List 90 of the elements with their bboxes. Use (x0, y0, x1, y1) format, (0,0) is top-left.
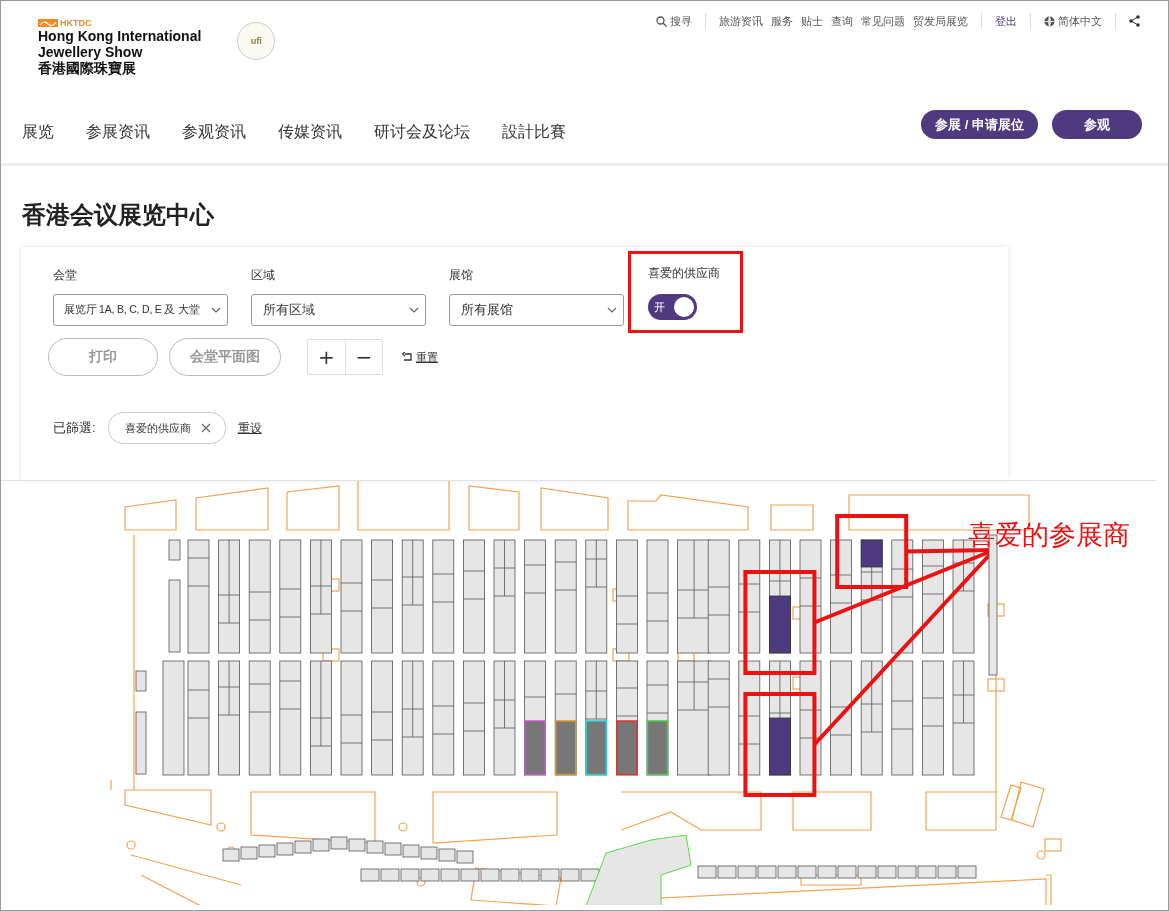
annotation-label: 喜爱的参展商 (968, 518, 1130, 552)
utility-link[interactable]: 服务 (771, 13, 793, 29)
kiosk[interactable] (402, 844, 420, 858)
logout-link[interactable]: 登出 (995, 13, 1017, 29)
booth[interactable] (769, 539, 791, 654)
nav-link[interactable]: 設計比賽 (502, 121, 566, 143)
chevron-down-icon (211, 307, 221, 313)
kiosk[interactable] (420, 846, 438, 860)
kiosk[interactable] (366, 840, 384, 854)
kiosk[interactable] (837, 865, 857, 879)
kiosk[interactable] (917, 865, 937, 879)
zoom-out-button[interactable]: − (345, 340, 382, 374)
kiosk[interactable] (312, 838, 330, 852)
kiosk[interactable] (380, 868, 400, 882)
kiosk[interactable] (420, 868, 440, 882)
kiosk[interactable] (330, 836, 348, 850)
clear-link[interactable]: 重设 (237, 419, 262, 437)
kiosk[interactable] (240, 846, 258, 860)
show-title: Jewellery Show (38, 44, 143, 60)
kiosk[interactable] (717, 865, 737, 879)
kiosk[interactable] (877, 865, 897, 879)
nav-link[interactable]: 研讨会及论坛 (374, 121, 470, 143)
language-link[interactable]: 简体中文 (1044, 13, 1102, 29)
share-icon[interactable] (1129, 15, 1140, 27)
exhibit-apply-button[interactable]: 参展 / 申请展位 (921, 110, 1038, 139)
kiosk[interactable] (360, 868, 380, 882)
nav-link[interactable]: 参观资讯 (182, 121, 246, 143)
dropdown-field[interactable]: 所有展馆 (449, 294, 624, 326)
kiosk[interactable] (957, 865, 977, 879)
kiosk[interactable] (560, 868, 580, 882)
filter-chip[interactable]: 喜爱的供应商 (107, 412, 226, 444)
kiosk[interactable] (500, 868, 520, 882)
search-icon (656, 15, 667, 27)
kiosk[interactable] (348, 838, 366, 852)
search-link[interactable]: 搜寻 (656, 13, 692, 29)
utility-link[interactable]: 旅游资讯 (719, 13, 763, 29)
kiosk[interactable] (460, 868, 480, 882)
kiosk[interactable] (757, 865, 777, 879)
kiosk[interactable] (258, 844, 276, 858)
wave-icon (38, 18, 58, 27)
filter-label: 会堂 (53, 267, 77, 284)
page-title: 香港会议展览中心 (22, 200, 215, 230)
favorite-toggle[interactable]: 开 (648, 294, 697, 320)
utility-link[interactable]: 贸发局展览 (913, 13, 968, 29)
kiosk[interactable] (384, 842, 402, 856)
kiosk[interactable] (797, 865, 817, 879)
booth[interactable] (860, 539, 883, 654)
booth[interactable] (616, 660, 638, 776)
kiosk[interactable] (897, 865, 917, 879)
toggle-label: 喜爱的供应商 (648, 265, 720, 282)
show-title: 香港國際珠寶展 (38, 60, 136, 76)
kiosk[interactable] (520, 868, 540, 882)
show-title: Hong Kong International (38, 28, 202, 44)
kiosk[interactable] (438, 848, 456, 862)
kiosk[interactable] (777, 865, 797, 879)
chevron-down-icon (409, 307, 419, 313)
nav-link[interactable]: 参展资讯 (86, 121, 150, 143)
close-icon (200, 423, 211, 433)
globe-icon (1044, 15, 1055, 27)
utility-link[interactable]: 查询 (831, 13, 853, 29)
kiosk[interactable] (817, 865, 837, 879)
nav-link[interactable]: 传媒资讯 (278, 121, 342, 143)
org-name: HKTDC (60, 17, 92, 28)
chevron-down-icon (607, 307, 617, 313)
ufi-badge: ufi (237, 22, 276, 60)
kiosk[interactable] (540, 868, 560, 882)
kiosk[interactable] (294, 840, 312, 854)
kiosk[interactable] (857, 865, 877, 879)
filter-label: 区域 (251, 267, 275, 284)
applied-filters-label: 已篩選: (53, 419, 96, 437)
undo-icon (402, 352, 413, 362)
utility-link[interactable]: 常见问题 (861, 13, 905, 29)
kiosk[interactable] (580, 868, 600, 882)
booth[interactable] (769, 660, 791, 776)
kiosk[interactable] (276, 842, 294, 856)
kiosk[interactable] (440, 868, 460, 882)
kiosk[interactable] (480, 868, 500, 882)
kiosk[interactable] (222, 848, 240, 862)
dropdown-field[interactable]: 所有区域 (251, 294, 426, 326)
kiosk[interactable] (737, 865, 757, 879)
dropdown-field[interactable]: 展览厅 1A, B, C, D, E 及 大堂 (53, 294, 228, 326)
visit-button[interactable]: 参观 (1052, 110, 1142, 139)
reset-link[interactable]: 重置 (402, 349, 438, 365)
kiosk[interactable] (456, 850, 474, 864)
filter-label: 展馆 (449, 267, 473, 284)
utility-link[interactable]: 贴士 (801, 13, 823, 29)
kiosk[interactable] (400, 868, 420, 882)
kiosk[interactable] (937, 865, 957, 879)
kiosk[interactable] (697, 865, 717, 879)
nav-link[interactable]: 展览 (22, 121, 54, 143)
